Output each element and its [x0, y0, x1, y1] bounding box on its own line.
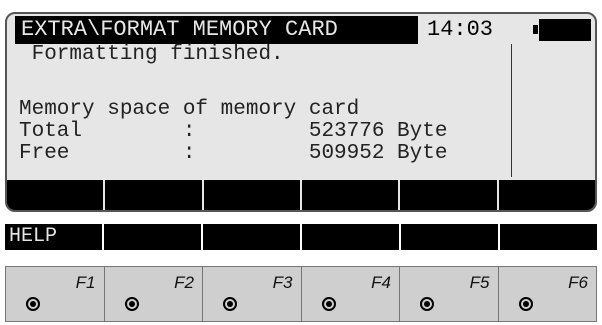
- divider: [511, 44, 512, 177]
- battery-icon-tip: [533, 25, 538, 34]
- f2-key[interactable]: F2: [104, 267, 203, 321]
- led-icon: [223, 297, 237, 311]
- f2-label: F2: [174, 273, 194, 292]
- window-title: EXTRA\FORMAT MEMORY CARD: [15, 16, 418, 44]
- battery-icon: [539, 19, 591, 41]
- help-softkey-bar: HELP: [5, 224, 597, 250]
- softkey-4[interactable]: [301, 180, 399, 210]
- help-button[interactable]: HELP: [5, 224, 102, 250]
- led-icon: [124, 297, 139, 311]
- softkey-1[interactable]: [7, 180, 104, 210]
- f1-key[interactable]: F1: [6, 267, 105, 321]
- help-row-key-6[interactable]: [500, 224, 597, 250]
- softkey-5[interactable]: [400, 180, 497, 210]
- f1-label: F1: [75, 273, 96, 292]
- led-icon: [26, 297, 40, 311]
- status-message: Formatting finished.: [19, 43, 284, 66]
- f3-label: F3: [272, 273, 293, 292]
- memory-heading: Memory space of memory card: [19, 98, 360, 121]
- f6-label: F6: [568, 273, 588, 292]
- help-row-key-3[interactable]: [203, 224, 300, 250]
- f4-key[interactable]: F4: [301, 267, 400, 321]
- clock: 14:03: [427, 17, 494, 42]
- free-row: Free : 509952 Byte: [19, 142, 448, 165]
- led-icon: [420, 297, 434, 311]
- function-key-row: F1 F2 F3 F4 F5 F6: [5, 266, 597, 322]
- softkey-6[interactable]: [498, 180, 595, 210]
- f5-label: F5: [469, 273, 490, 292]
- f5-key[interactable]: F5: [400, 267, 499, 321]
- softkey-3[interactable]: [203, 180, 300, 210]
- softkey-bar: [7, 180, 595, 210]
- led-icon: [518, 297, 533, 311]
- help-row-key-2[interactable]: [104, 224, 201, 250]
- total-row: Total : 523776 Byte: [19, 120, 448, 143]
- display-screen: EXTRA\FORMAT MEMORY CARD 14:03 Formattin…: [5, 12, 597, 212]
- help-row-key-5[interactable]: [401, 224, 498, 250]
- f3-key[interactable]: F3: [203, 267, 302, 321]
- softkey-2[interactable]: [105, 180, 202, 210]
- help-row-key-4[interactable]: [302, 224, 399, 250]
- f4-label: F4: [371, 273, 391, 292]
- f6-key[interactable]: F6: [498, 267, 596, 321]
- led-icon: [321, 297, 336, 311]
